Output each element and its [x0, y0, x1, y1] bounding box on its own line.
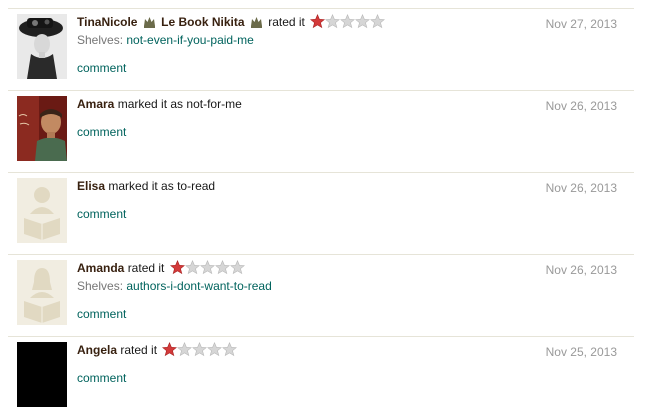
comment-link[interactable]: comment	[77, 125, 126, 139]
star-empty-icon	[222, 342, 238, 357]
star-empty-icon	[355, 14, 371, 29]
star-filled-icon	[162, 342, 178, 357]
divider	[8, 336, 634, 337]
avatar[interactable]	[17, 260, 67, 325]
shelf-link[interactable]: authors-i-dont-want-to-read	[126, 279, 271, 293]
review-date[interactable]: Nov 25, 2013	[546, 344, 617, 360]
shelf-link[interactable]: not-even-if-you-paid-me	[126, 33, 253, 47]
avatar[interactable]	[17, 178, 67, 243]
star-empty-icon	[184, 260, 200, 275]
review-date[interactable]: Nov 26, 2013	[546, 98, 617, 114]
crown-icon	[250, 16, 263, 28]
default-reader-avatar-icon	[17, 178, 67, 243]
secondary-user-link[interactable]: Le Book Nikita	[161, 15, 244, 29]
review-item: Angela rated it comment Nov 25, 2013	[0, 342, 651, 414]
review-action-text: rated it	[268, 15, 305, 29]
user-photo-icon	[17, 96, 67, 161]
avatar[interactable]	[17, 342, 67, 407]
review-item: Amanda rated it Shelves: authors-i-dont-…	[0, 260, 651, 336]
comment-link[interactable]: comment	[77, 61, 126, 75]
user-photo-icon	[17, 342, 67, 407]
star-filled-icon	[310, 14, 326, 29]
comment-link[interactable]: comment	[77, 207, 126, 221]
star-empty-icon	[325, 14, 341, 29]
default-reader-avatar-icon	[17, 260, 67, 325]
star-empty-icon	[207, 342, 223, 357]
avatar[interactable]	[17, 96, 67, 161]
user-name-link[interactable]: Elisa	[77, 179, 105, 193]
review-item: Amara marked it as not-for-me comment No…	[0, 96, 651, 172]
star-empty-icon	[192, 342, 208, 357]
divider	[8, 8, 634, 9]
user-name-link[interactable]: TinaNicole	[77, 15, 137, 29]
star-filled-icon	[169, 260, 185, 275]
review-date[interactable]: Nov 26, 2013	[546, 180, 617, 196]
review-action-text: marked it as not-for-me	[117, 97, 242, 111]
review-item: TinaNicole Le Book Nikita rated it Shelv…	[0, 14, 651, 90]
star-rating	[162, 342, 238, 361]
user-name-link[interactable]: Amara	[77, 97, 114, 111]
review-action-text: rated it	[127, 261, 165, 275]
divider	[8, 254, 634, 255]
star-empty-icon	[214, 260, 230, 275]
user-photo-icon	[17, 14, 67, 79]
star-rating	[310, 14, 386, 33]
shelves-label: Shelves:	[77, 279, 124, 293]
review-action-text: rated it	[120, 343, 158, 357]
review-item: Elisa marked it as to-read comment Nov 2…	[0, 178, 651, 254]
user-name-link[interactable]: Amanda	[77, 261, 124, 275]
user-name-link[interactable]: Angela	[77, 343, 117, 357]
comment-link[interactable]: comment	[77, 371, 126, 385]
star-rating	[169, 260, 245, 279]
avatar[interactable]	[17, 14, 67, 79]
crown-icon	[143, 16, 156, 28]
comment-link[interactable]: comment	[77, 307, 126, 321]
review-feed: TinaNicole Le Book Nikita rated it Shelv…	[0, 0, 651, 414]
star-empty-icon	[370, 14, 386, 29]
review-date[interactable]: Nov 26, 2013	[546, 262, 617, 278]
shelves-label: Shelves:	[77, 33, 124, 47]
review-date[interactable]: Nov 27, 2013	[546, 16, 617, 32]
review-action-text: marked it as to-read	[108, 179, 216, 193]
divider	[8, 172, 634, 173]
star-empty-icon	[199, 260, 215, 275]
star-empty-icon	[340, 14, 356, 29]
divider	[8, 90, 634, 91]
star-empty-icon	[229, 260, 245, 275]
star-empty-icon	[177, 342, 193, 357]
